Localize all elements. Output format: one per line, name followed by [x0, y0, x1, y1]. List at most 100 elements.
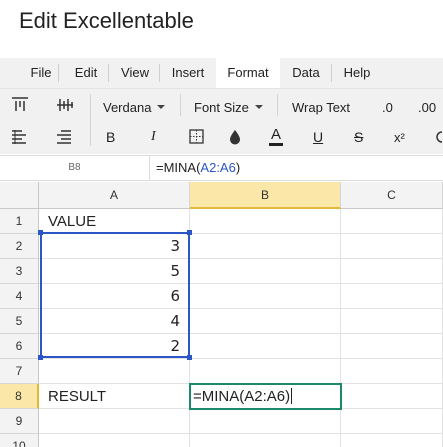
row-header-1[interactable]: 1 [0, 209, 39, 234]
cell-c4[interactable] [341, 284, 443, 309]
cell-b6[interactable] [190, 334, 341, 359]
increase-decimal-label: .00 [418, 99, 437, 115]
row-header-4[interactable]: 4 [0, 284, 39, 309]
column-header-b[interactable]: B [190, 182, 341, 209]
row-header-2[interactable]: 2 [0, 234, 39, 259]
cell-c10[interactable] [341, 434, 443, 447]
cell-a9[interactable] [39, 409, 190, 434]
menu-divider [159, 64, 160, 82]
menu-help[interactable]: Help [336, 58, 378, 88]
cell-a8[interactable]: RESULT [39, 384, 190, 409]
row-header-10[interactable]: 10 [0, 434, 39, 447]
italic-button[interactable]: I [151, 128, 156, 146]
font-family-label: Verdana [103, 99, 152, 115]
align-middle-icon[interactable] [56, 97, 74, 113]
row-header-9[interactable]: 9 [0, 409, 39, 434]
menu-format[interactable]: Format [216, 58, 280, 88]
align-left-icon[interactable] [11, 129, 27, 145]
menu-view[interactable]: View [114, 58, 156, 88]
cell-b10[interactable] [190, 434, 341, 447]
decrease-decimal-button[interactable]: .0 [382, 98, 393, 116]
cell-reference-box[interactable]: B8 [0, 156, 150, 180]
cell-b2[interactable] [190, 234, 341, 259]
fill-color-icon[interactable] [228, 129, 242, 145]
italic-label: I [151, 129, 156, 144]
bold-button[interactable]: B [106, 128, 115, 146]
app-title: Edit Excellentable [19, 8, 194, 33]
row-header-8[interactable]: 8 [0, 384, 39, 409]
font-family-dropdown[interactable]: Verdana [103, 98, 166, 116]
menu-bar: File Edit View Insert Format Data Help [0, 58, 443, 88]
row-header-3[interactable]: 3 [0, 259, 39, 284]
cell-c1[interactable] [341, 209, 443, 234]
range-handle[interactable] [38, 355, 43, 360]
formula-input[interactable]: =MINA(A2:A6) [156, 156, 240, 180]
chevron-down-icon [157, 105, 166, 109]
menu-file[interactable]: File [24, 58, 58, 88]
formula-prefix: =MINA( [156, 160, 201, 175]
cell-c2[interactable] [341, 234, 443, 259]
increase-decimal-button[interactable]: .00 [418, 98, 436, 116]
link-icon[interactable] [432, 129, 443, 145]
active-cell-formula: =MINA(A2:A6) [193, 388, 291, 405]
cell-a6[interactable]: 2 [39, 334, 190, 359]
column-header-c[interactable]: C [341, 182, 443, 209]
range-handle[interactable] [38, 230, 43, 235]
decrease-decimal-label: .0 [382, 99, 393, 115]
font-size-dropdown[interactable]: Font Size [194, 98, 263, 116]
range-handle[interactable] [187, 230, 192, 235]
strikethrough-button[interactable]: S [354, 128, 363, 146]
cell-a2[interactable]: 3 [39, 234, 190, 259]
formula-bar: B8 =MINA(A2:A6) [0, 155, 443, 181]
select-all-corner[interactable] [0, 182, 39, 209]
chevron-down-icon [254, 105, 263, 109]
bold-label: B [106, 129, 116, 145]
text-caret [291, 388, 293, 404]
toolbar: Verdana Font Size Wrap Text .0 .00 B I A… [0, 88, 443, 154]
cell-a10[interactable] [39, 434, 190, 447]
text-color-icon[interactable]: A [269, 127, 283, 147]
align-top-icon[interactable] [11, 97, 29, 113]
cell-a3[interactable]: 5 [39, 259, 190, 284]
cell-a4[interactable]: 6 [39, 284, 190, 309]
cell-c6[interactable] [341, 334, 443, 359]
superscript-button[interactable]: x² [394, 128, 405, 146]
menu-edit[interactable]: Edit [65, 58, 107, 88]
spreadsheet-grid: A B C 1 2 3 4 5 6 7 8 9 10 VALUE 3 5 6 4… [0, 182, 443, 447]
row-header-6[interactable]: 6 [0, 334, 39, 359]
wrap-text-label: Wrap Text [292, 99, 351, 115]
range-handle[interactable] [187, 355, 192, 360]
cell-c7[interactable] [341, 359, 443, 384]
menu-insert[interactable]: Insert [164, 58, 212, 88]
toolbar-divider [180, 94, 181, 116]
cell-b1[interactable] [190, 209, 341, 234]
cell-c5[interactable] [341, 309, 443, 334]
row-header-7[interactable]: 7 [0, 359, 39, 384]
cell-b4[interactable] [190, 284, 341, 309]
column-header-a[interactable]: A [39, 182, 190, 209]
cell-a1[interactable]: VALUE [39, 209, 190, 234]
cell-c3[interactable] [341, 259, 443, 284]
cell-a7[interactable] [39, 359, 190, 384]
row-header-5[interactable]: 5 [0, 309, 39, 334]
cell-c8[interactable] [341, 384, 443, 409]
wrap-text-button[interactable]: Wrap Text [292, 98, 350, 116]
cell-a5[interactable]: 4 [39, 309, 190, 334]
cell-b5[interactable] [190, 309, 341, 334]
cell-b3[interactable] [190, 259, 341, 284]
menu-divider [58, 64, 59, 82]
underline-label: U [313, 129, 324, 145]
cell-b7[interactable] [190, 359, 341, 384]
underline-button[interactable]: U [313, 128, 323, 146]
cell-b9[interactable] [190, 409, 341, 434]
menu-divider [108, 64, 109, 82]
formula-range-ref: A2:A6 [200, 160, 236, 175]
formula-suffix: ) [235, 160, 241, 175]
font-size-label: Font Size [194, 99, 249, 115]
borders-icon[interactable] [189, 129, 204, 144]
menu-data[interactable]: Data [284, 58, 328, 88]
active-cell-editor-b8[interactable]: =MINA(A2:A6) [189, 383, 342, 410]
cell-c9[interactable] [341, 409, 443, 434]
align-right-icon[interactable] [56, 129, 72, 145]
menu-divider [331, 64, 332, 82]
